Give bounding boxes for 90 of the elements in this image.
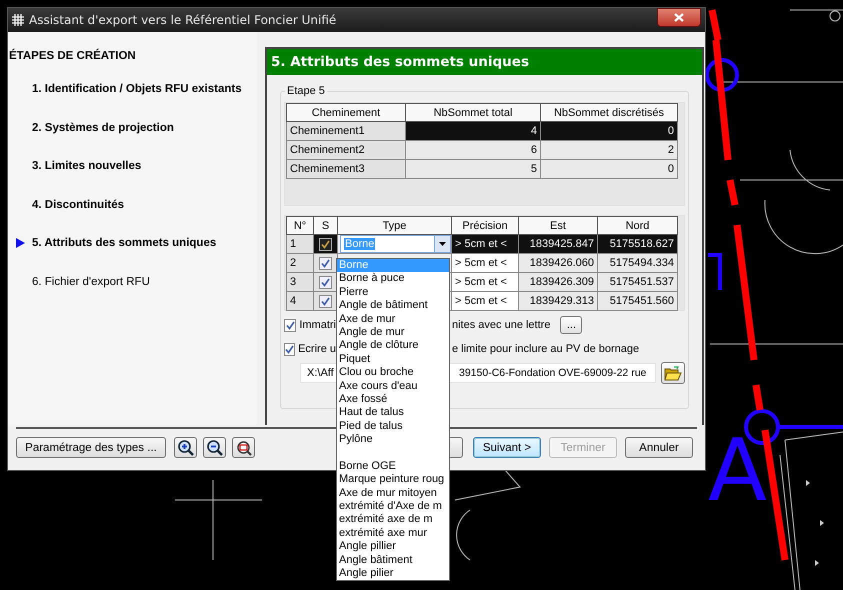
table-cell: 0 [540,160,678,178]
dropdown-option[interactable]: extrémité d'Axe de m [337,500,449,514]
table-cell: 5175494.334 [598,254,678,272]
table-cell: 5175451.537 [598,272,678,292]
table-cell: Cheminement3 [286,160,406,178]
zoom-extents-button[interactable] [232,437,255,458]
table-row[interactable]: Cheminement1 4 0 [286,122,678,140]
group-label: Etape 5 [285,85,327,97]
wizard-button[interactable]: Suivant > [473,437,541,458]
zoom-out-button[interactable] [203,437,226,458]
zoom-in-button[interactable] [174,437,197,458]
table-row[interactable]: 1 Borne > 5cm et < 1839425.847 5175518.627 [286,234,678,254]
column-header[interactable]: Précision [452,216,518,234]
grid-icon [12,14,24,26]
dropdown-option[interactable]: Pied de talus [337,420,449,434]
table-cell: > 5cm et < [452,292,518,310]
dropdown-option[interactable]: extrémité axe mur [337,526,449,540]
table-cell: 1 [286,234,314,254]
browse-button[interactable]: ... [560,316,582,334]
table-cell: > 5cm et < [452,272,518,292]
table-cell: > 5cm et < [452,234,518,254]
dropdown-option[interactable]: Angle pilier [337,566,449,580]
table-cell: 2 [540,140,678,160]
checkbox-label: e limite pour inclure au PV de bornage [452,343,640,355]
step-item[interactable]: 4. Discontinuités [32,198,124,211]
step-item[interactable]: 5. Attributs des sommets uniques [16,237,216,250]
checkbox[interactable] [319,256,332,270]
table-cell: 1839425.847 [518,234,598,254]
table-row[interactable]: Cheminement2 6 2 [286,140,678,160]
cad-label: A [708,428,767,514]
window-title: Assistant d'export vers le Référentiel Foncier Unifié [29,13,336,27]
checkbox[interactable] [319,238,332,250]
column-header[interactable]: Cheminement [286,104,406,122]
table-cell: 5 [406,160,540,178]
dropdown-option[interactable]: Marque peinture roug [337,473,449,487]
table-cell: 5175518.627 [598,234,678,254]
table-cell: 1839429.313 [518,292,598,310]
dropdown-option[interactable]: extrémité axe de m [337,513,449,527]
column-header[interactable]: NbSommet discrétisés [540,104,678,122]
table-cell: 5175451.560 [598,292,678,310]
column-header[interactable]: S [314,216,338,234]
column-header[interactable]: NbSommet total [406,104,540,122]
step-item[interactable]: 6. Fichier d'export RFU [32,276,150,288]
table-cell: 4 [406,122,540,140]
table-row[interactable]: Cheminement3 5 0 [286,160,678,178]
table-cell: 2 [286,254,314,272]
step-item[interactable]: 2. Systèmes de projection [32,122,174,134]
dropdown-option[interactable]: Borne OGE [337,460,449,474]
column-header[interactable]: Type [338,216,452,234]
column-header[interactable]: Nord [598,216,678,234]
table-cell: 1839426.060 [518,254,598,272]
dropdown-option[interactable]: Axe de mur [337,312,449,326]
table-cell: 3 [286,272,314,292]
open-folder-button[interactable] [661,362,685,384]
close-button[interactable] [657,8,701,27]
checkbox-label: nites avec une lettre [452,319,550,331]
column-header[interactable]: N° [286,216,314,234]
dropdown-option[interactable]: Angle de mur [337,326,449,340]
panel-title: 5. Attributs des sommets uniques [267,49,702,75]
table-cell: 4 [286,292,314,310]
folder-icon [664,366,682,380]
table-cell: 1839426.309 [518,272,598,292]
column-header[interactable]: Est [518,216,598,234]
checkbox[interactable] [284,318,296,332]
dropdown-option[interactable]: Haut de talus [337,406,449,420]
dropdown-option[interactable]: Angle de bâtiment [337,299,449,313]
dropdown-option[interactable]: Axe de mur mitoyen [337,486,449,500]
close-icon [674,13,684,22]
dropdown-option[interactable]: Axe fossé [337,392,449,406]
dropdown-option[interactable]: Angle de clôture [337,339,449,353]
checkbox-label: Ecrire u [298,343,336,355]
table-cell: 6 [406,140,540,160]
checkbox[interactable] [319,276,332,288]
sidebar-heading: ÉTAPES DE CRÉATION [9,50,137,64]
dropdown-option[interactable]: Clou ou broche [337,366,449,380]
table-cell: Cheminement2 [286,140,406,160]
dropdown-option[interactable]: Angle pillier [337,540,449,554]
dropdown-option[interactable]: Pylône [337,433,449,446]
table-cell: Cheminement1 [286,122,406,140]
step-item[interactable]: 1. Identification / Objets RFU existants [32,83,242,96]
current-step-icon [16,238,25,248]
table-cell: > 5cm et < [452,254,518,272]
step-item[interactable]: 3. Limites nouvelles [32,160,142,172]
checkbox[interactable] [319,294,332,308]
types-settings-button[interactable]: Paramétrage des types ... [16,437,166,458]
dropdown-option[interactable]: Angle bâtiment [337,554,449,567]
checkbox[interactable] [284,342,296,356]
checkbox-label: Immatri [299,319,336,331]
table-cell: 0 [540,122,678,140]
wizard-button[interactable]: Annuler [625,437,693,458]
